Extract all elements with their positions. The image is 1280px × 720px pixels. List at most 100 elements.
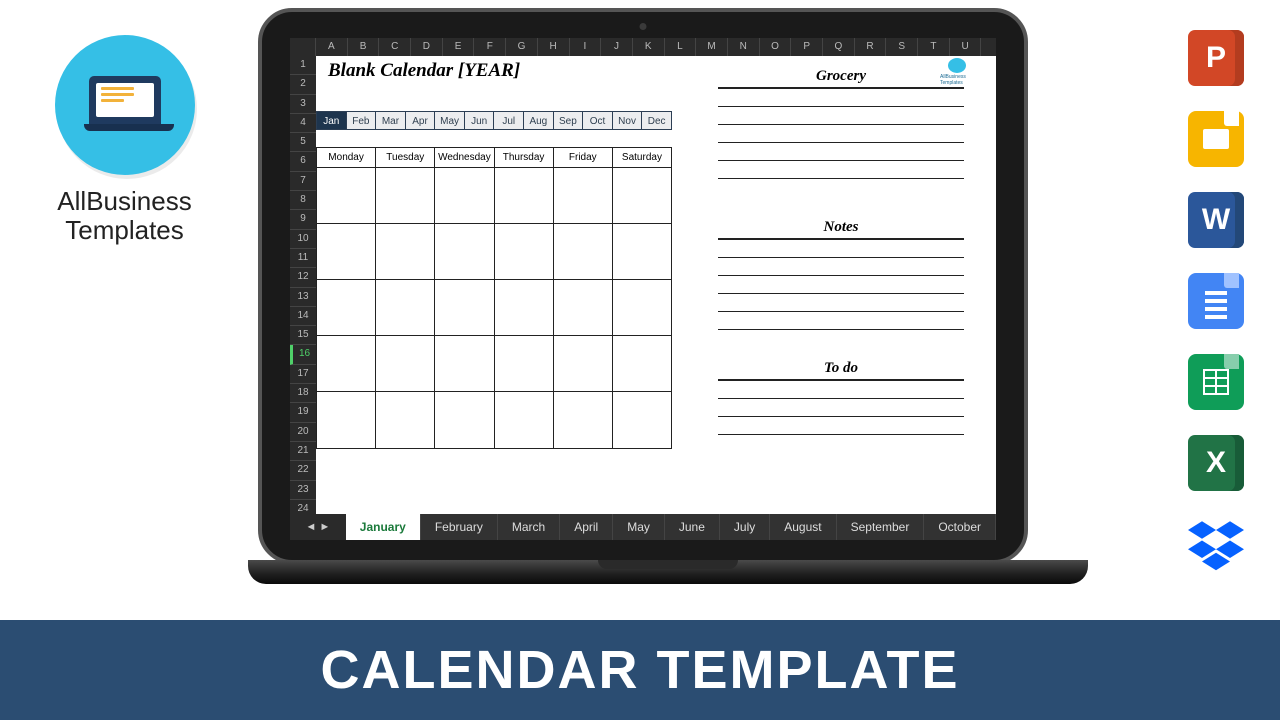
- row-header[interactable]: 18: [290, 384, 316, 403]
- row-header[interactable]: 11: [290, 249, 316, 268]
- month-tab-strip[interactable]: JanFebMarAprMayJunJulAugSepOctNovDec: [316, 111, 672, 130]
- column-header[interactable]: S: [886, 38, 918, 56]
- column-header[interactable]: D: [411, 38, 443, 56]
- sheet-tab[interactable]: September: [837, 514, 925, 540]
- row-header[interactable]: 21: [290, 442, 316, 461]
- weekday-cell: Wednesday: [435, 148, 494, 168]
- row-header[interactable]: 23: [290, 481, 316, 500]
- month-tab[interactable]: Dec: [642, 111, 672, 130]
- camera-dot-icon: [640, 23, 647, 30]
- row-header[interactable]: 13: [290, 288, 316, 307]
- row-header[interactable]: 3: [290, 95, 316, 114]
- sheet-tab[interactable]: October: [924, 514, 996, 540]
- column-header[interactable]: K: [633, 38, 665, 56]
- column-header[interactable]: C: [379, 38, 411, 56]
- google-sheets-icon: [1188, 354, 1244, 410]
- weekday-cell: Friday: [554, 148, 613, 168]
- month-tab[interactable]: Jun: [465, 111, 495, 130]
- excel-icon: X: [1188, 435, 1244, 491]
- row-header[interactable]: 1: [290, 56, 316, 75]
- column-header[interactable]: A: [316, 38, 348, 56]
- sheet-nav-arrows[interactable]: ◄ ►: [290, 514, 346, 540]
- grocery-block: Grocery: [718, 68, 964, 179]
- row-header[interactable]: 24: [290, 500, 316, 514]
- todo-heading: To do: [718, 360, 964, 381]
- month-tab[interactable]: May: [435, 111, 465, 130]
- column-header[interactable]: F: [474, 38, 506, 56]
- month-tab[interactable]: Jul: [494, 111, 524, 130]
- column-header[interactable]: T: [918, 38, 950, 56]
- column-header[interactable]: J: [601, 38, 633, 56]
- column-header[interactable]: H: [538, 38, 570, 56]
- sheet-tab[interactable]: June: [665, 514, 720, 540]
- row-header[interactable]: 9: [290, 210, 316, 229]
- weekday-cell: Tuesday: [376, 148, 435, 168]
- column-header[interactable]: I: [570, 38, 602, 56]
- column-header[interactable]: L: [665, 38, 697, 56]
- row-header[interactable]: 6: [290, 152, 316, 171]
- sheet-tab-bar[interactable]: ◄ ► JanuaryFebruaryMarchAprilMayJuneJuly…: [290, 514, 996, 540]
- month-tab[interactable]: Feb: [347, 111, 377, 130]
- column-header[interactable]: G: [506, 38, 538, 56]
- sheet-tab[interactable]: April: [560, 514, 613, 540]
- column-header[interactable]: R: [855, 38, 887, 56]
- column-header[interactable]: U: [950, 38, 982, 56]
- month-tab[interactable]: Mar: [376, 111, 406, 130]
- row-header[interactable]: 2: [290, 75, 316, 94]
- calendar-grid: MondayTuesdayWednesdayThursdayFridaySatu…: [316, 147, 672, 449]
- brand-logo: AllBusiness Templates: [37, 35, 212, 244]
- column-header[interactable]: E: [443, 38, 475, 56]
- app-icon-column: P W X: [1188, 30, 1250, 572]
- column-header[interactable]: O: [760, 38, 792, 56]
- row-header[interactable]: 4: [290, 114, 316, 133]
- column-header[interactable]: P: [791, 38, 823, 56]
- grocery-heading: Grocery: [718, 68, 964, 89]
- row-header[interactable]: 12: [290, 268, 316, 287]
- row-header[interactable]: 16: [290, 345, 316, 364]
- worksheet-area: Blank Calendar [YEAR] AllBusiness Templa…: [316, 56, 996, 514]
- row-header[interactable]: 8: [290, 191, 316, 210]
- month-tab[interactable]: Apr: [406, 111, 436, 130]
- google-docs-icon: [1188, 273, 1244, 329]
- spreadsheet-screen: ABCDEFGHIJKLMNOPQRSTU 123456789101112131…: [290, 38, 996, 540]
- weekday-header-row: MondayTuesdayWednesdayThursdayFridaySatu…: [317, 148, 671, 168]
- banner-title: CALENDAR TEMPLATE: [321, 639, 960, 701]
- logo-circle-icon: [55, 35, 195, 175]
- month-tab[interactable]: Nov: [613, 111, 643, 130]
- column-header[interactable]: N: [728, 38, 760, 56]
- weekday-cell: Saturday: [613, 148, 671, 168]
- sheet-tab[interactable]: January: [346, 514, 421, 540]
- sheet-title: Blank Calendar [YEAR]: [328, 60, 520, 82]
- row-header[interactable]: 15: [290, 326, 316, 345]
- word-icon: W: [1188, 192, 1244, 248]
- row-header[interactable]: 19: [290, 403, 316, 422]
- weekday-cell: Monday: [317, 148, 376, 168]
- sheet-tab[interactable]: March: [498, 514, 560, 540]
- month-tab[interactable]: Sep: [554, 111, 584, 130]
- powerpoint-icon: P: [1188, 30, 1244, 86]
- sheet-tab[interactable]: July: [720, 514, 770, 540]
- row-header[interactable]: 10: [290, 230, 316, 249]
- row-header[interactable]: 5: [290, 133, 316, 152]
- sheet-tab[interactable]: May: [613, 514, 665, 540]
- sheet-tab[interactable]: August: [770, 514, 836, 540]
- sheet-tab[interactable]: February: [421, 514, 498, 540]
- row-header[interactable]: 22: [290, 461, 316, 480]
- weekday-cell: Thursday: [495, 148, 554, 168]
- row-header[interactable]: 20: [290, 423, 316, 442]
- month-tab[interactable]: Aug: [524, 111, 554, 130]
- title-banner: CALENDAR TEMPLATE: [0, 620, 1280, 720]
- todo-block: To do: [718, 360, 964, 435]
- month-tab[interactable]: Jan: [316, 111, 347, 130]
- row-header[interactable]: 17: [290, 365, 316, 384]
- month-tab[interactable]: Oct: [583, 111, 613, 130]
- notes-block: Notes: [718, 219, 964, 330]
- row-header[interactable]: 14: [290, 307, 316, 326]
- column-header[interactable]: Q: [823, 38, 855, 56]
- column-header[interactable]: M: [696, 38, 728, 56]
- notes-heading: Notes: [718, 219, 964, 240]
- row-header[interactable]: 7: [290, 172, 316, 191]
- row-header-column: 1234567891011121314151617181920212223242…: [290, 56, 316, 514]
- laptop-icon: [84, 76, 166, 134]
- column-header[interactable]: B: [348, 38, 380, 56]
